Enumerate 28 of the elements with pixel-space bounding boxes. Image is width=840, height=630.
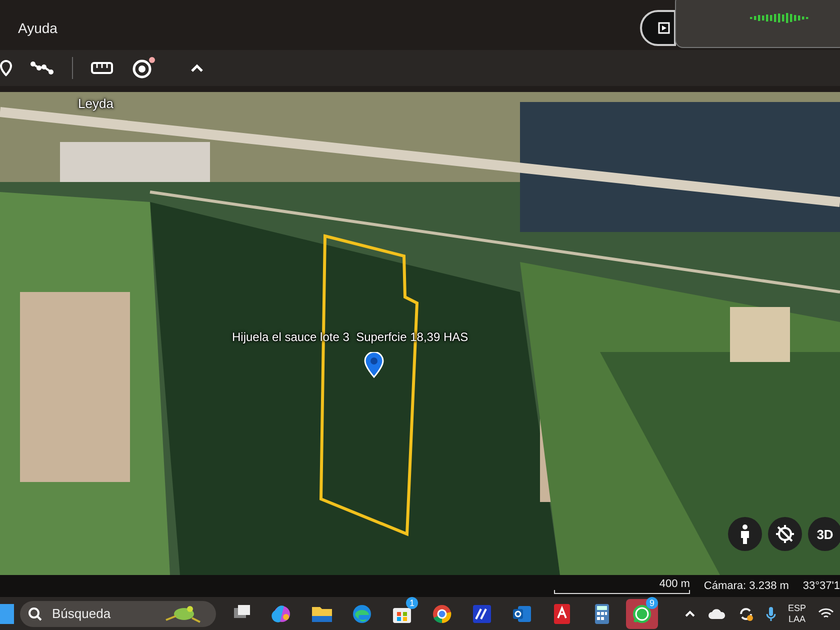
search-icon [28, 606, 42, 620]
camera-altitude: Cámara: 3.238 m [704, 580, 789, 592]
ruler-icon[interactable] [91, 61, 113, 75]
play-icon [658, 22, 670, 34]
path-icon[interactable] [30, 60, 54, 76]
tour-icon[interactable] [131, 56, 157, 80]
place-label: Leyda [78, 96, 114, 111]
search-bar[interactable]: Búsqueda [20, 600, 216, 626]
sync-icon[interactable] [738, 606, 754, 622]
record-button[interactable] [640, 10, 676, 46]
cloud-icon[interactable] [708, 608, 726, 620]
map-pin-icon[interactable] [364, 352, 384, 378]
placemark-icon[interactable] [0, 58, 12, 78]
collapse-icon[interactable] [189, 62, 205, 74]
person-icon [739, 524, 751, 544]
compass-off-icon [775, 524, 795, 544]
scale-label: 400 m [659, 578, 690, 590]
language-indicator: ESP [788, 602, 806, 614]
menu-item[interactable]: Ayuda [18, 20, 58, 36]
microphone-icon[interactable] [766, 606, 776, 622]
notification-badge: 1 [406, 597, 418, 608]
notification-badge: 9 [646, 597, 658, 608]
language-indicator: LAA [788, 614, 806, 624]
wifi-icon[interactable] [818, 608, 834, 620]
coordinates: 33°37'1 [802, 580, 840, 592]
start-icon[interactable] [0, 604, 14, 624]
search-field[interactable]: Búsqueda [50, 605, 154, 622]
chevron-up-icon[interactable] [684, 608, 696, 618]
